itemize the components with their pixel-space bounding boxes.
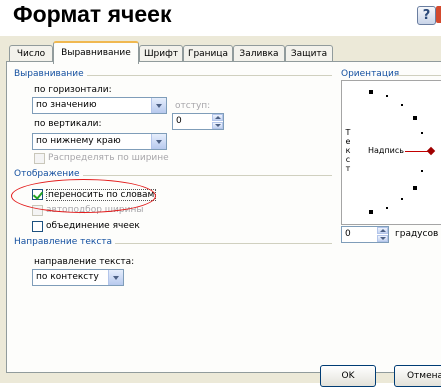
horizontal-select[interactable]: по значению: [32, 97, 167, 114]
vertical-label: по вертикали:: [34, 119, 102, 129]
help-button[interactable]: ?: [417, 6, 436, 25]
dial-mark: [369, 90, 373, 94]
dial-mark: [401, 104, 403, 106]
direction-group-title: Направление текста: [14, 237, 116, 247]
tab-font[interactable]: Шрифт: [139, 45, 183, 62]
dial-mark: [386, 95, 388, 97]
tab-alignment[interactable]: Выравнивание: [53, 41, 139, 64]
vertical-select[interactable]: по нижнему краю: [32, 133, 167, 150]
distribute-checkbox[interactable]: [34, 153, 45, 164]
alignment-group-title: Выравнивание: [14, 69, 87, 79]
dial-mark: [401, 198, 403, 200]
direction-label: направление текста:: [34, 257, 135, 267]
highlight-ellipse: [11, 179, 156, 213]
dialog-title: Формат ячеек: [13, 1, 172, 27]
tab-fill[interactable]: Заливка: [233, 45, 285, 62]
spin-down-icon[interactable]: [377, 235, 388, 242]
orientation-caption: Надпись: [368, 146, 404, 155]
orientation-group-title: Ориентация: [341, 69, 403, 79]
indent-value: 0: [176, 116, 182, 126]
display-group-title: Отображение: [14, 169, 83, 179]
horizontal-select-value: по значению: [36, 100, 97, 110]
dial-mark: [386, 207, 388, 209]
horizontal-label: по горизонтали:: [34, 85, 112, 95]
spin-up-icon[interactable]: [212, 114, 223, 121]
dial-mark: [413, 116, 417, 120]
vertical-text-sample[interactable]: Т е к с т: [344, 128, 352, 173]
dial-mark: [421, 170, 423, 172]
distribute-label: Распределять по ширине: [48, 153, 169, 163]
close-button[interactable]: [436, 6, 441, 23]
chevron-down-icon[interactable]: [108, 270, 123, 285]
tab-border[interactable]: Граница: [183, 45, 233, 62]
cancel-button[interactable]: Отмена: [394, 365, 441, 387]
spin-up-icon[interactable]: [377, 227, 388, 234]
dial-mark: [421, 132, 423, 134]
spin-down-icon[interactable]: [212, 122, 223, 129]
orientation-group-line: [396, 75, 441, 76]
tab-number[interactable]: Число: [9, 45, 53, 62]
degrees-value: 0: [345, 229, 351, 239]
vertical-select-value: по нижнему краю: [36, 136, 121, 146]
merge-checkbox[interactable]: [32, 221, 43, 232]
degrees-spinner[interactable]: 0: [341, 226, 389, 243]
degrees-label: градусов: [395, 229, 439, 239]
indent-label: отступ:: [175, 101, 211, 111]
chevron-down-icon[interactable]: [151, 134, 166, 149]
merge-label: объединение ячеек: [46, 221, 140, 231]
direction-select-value: по контексту: [36, 272, 99, 282]
direction-select[interactable]: по контексту: [32, 269, 124, 286]
indent-spinner[interactable]: 0: [172, 113, 224, 130]
chevron-down-icon[interactable]: [151, 98, 166, 113]
dial-mark: [413, 186, 417, 190]
orientation-needle: [405, 151, 429, 152]
ok-button[interactable]: OK: [320, 365, 376, 387]
tab-protection[interactable]: Защита: [285, 45, 333, 62]
dial-mark: [369, 210, 373, 214]
